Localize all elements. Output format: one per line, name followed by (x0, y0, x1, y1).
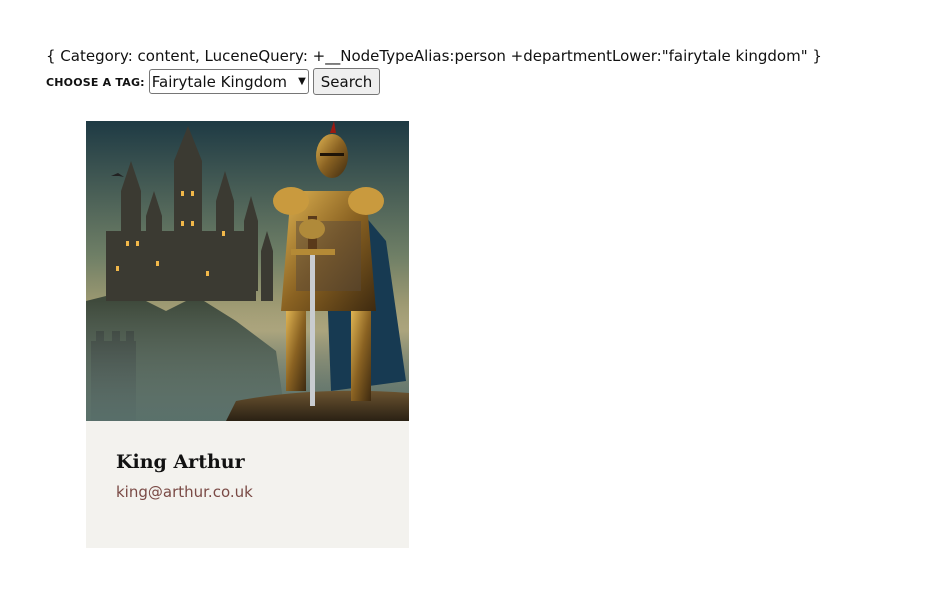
person-email-link[interactable]: king@arthur.co.uk (116, 483, 253, 501)
person-photo (86, 121, 409, 421)
tag-label: CHOOSE A TAG: (46, 76, 145, 89)
chevron-down-icon: ▼ (298, 76, 306, 87)
tag-filter-form: CHOOSE A TAG: Fairytale Kingdom ▼ Search (46, 68, 381, 95)
tag-select-value: Fairytale Kingdom (151, 72, 288, 91)
search-button[interactable]: Search (312, 68, 381, 95)
tag-select[interactable]: Fairytale Kingdom ▼ (148, 69, 309, 94)
person-name[interactable]: King Arthur (116, 451, 245, 473)
person-card[interactable]: King Arthur king@arthur.co.uk (86, 121, 409, 548)
query-debug-text: { Category: content, LuceneQuery: +__Nod… (46, 47, 822, 65)
